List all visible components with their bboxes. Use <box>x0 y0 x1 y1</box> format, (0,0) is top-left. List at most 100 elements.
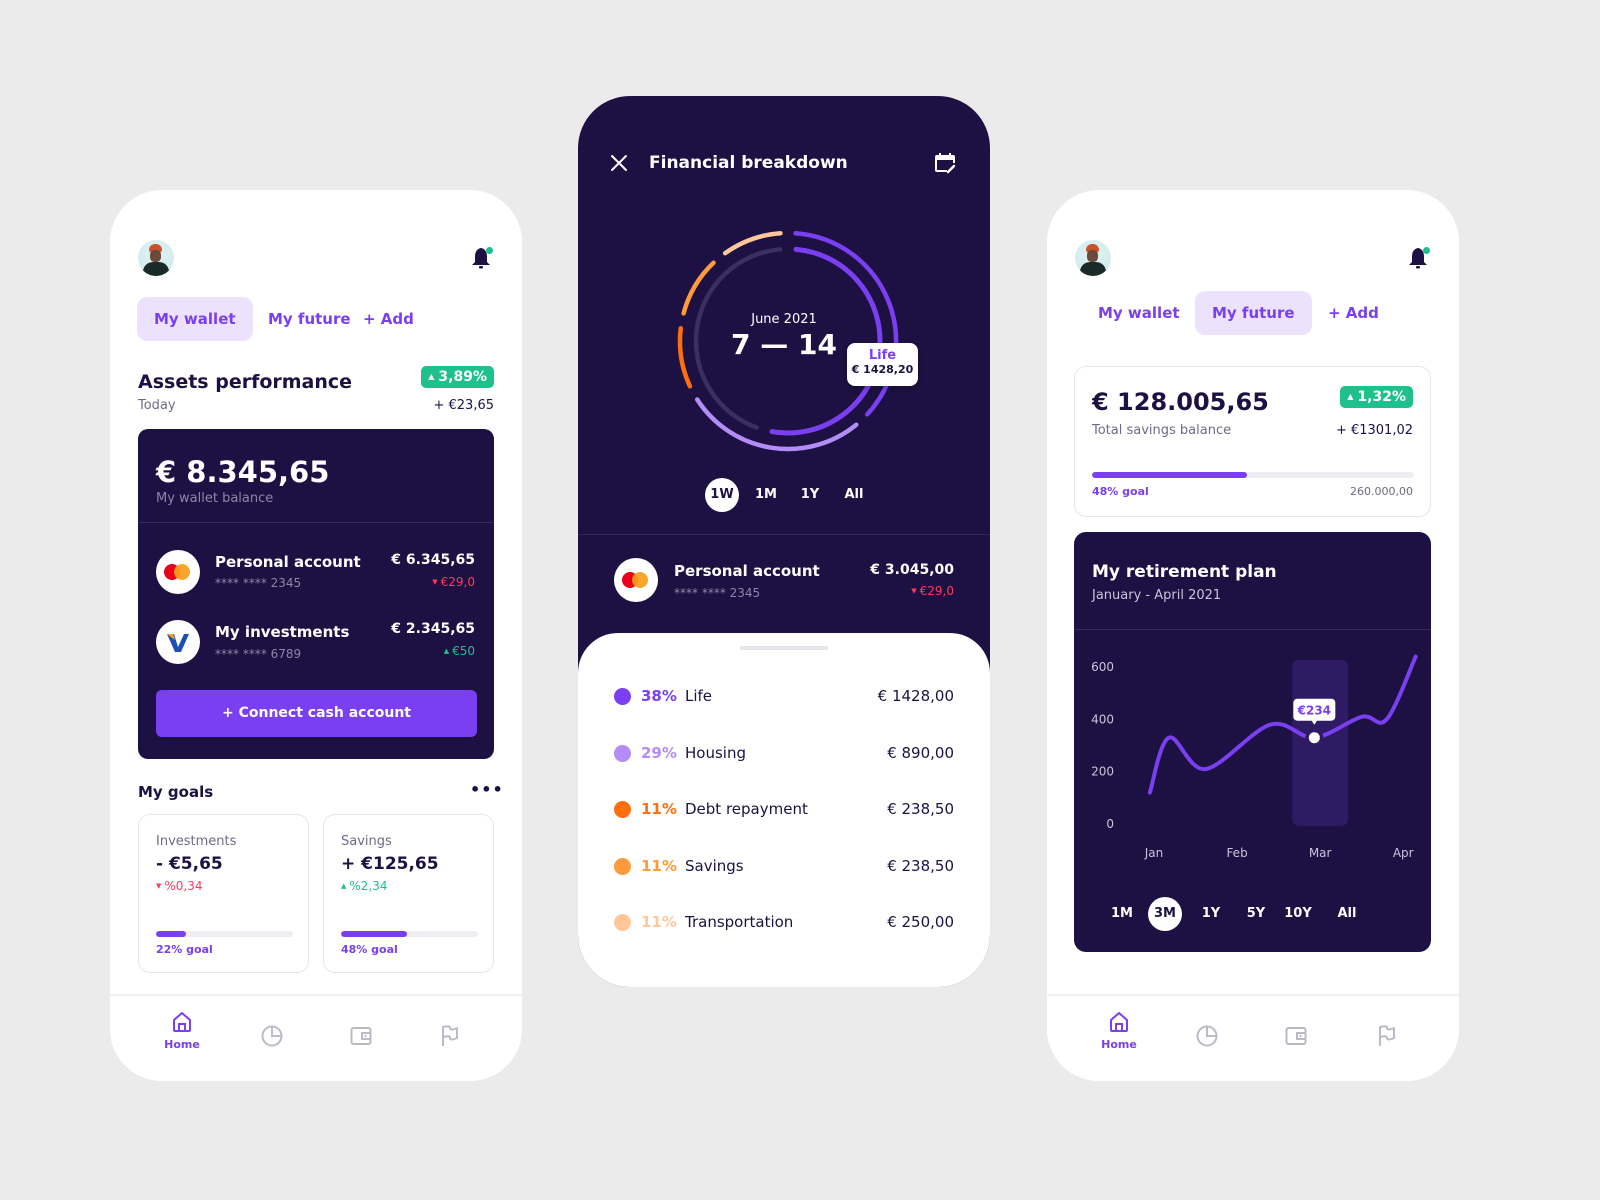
retirement-subtitle: January - April 2021 <box>1092 588 1222 603</box>
wallet-balance: € 8.345,65 <box>156 455 330 489</box>
range-all[interactable]: All <box>837 478 871 512</box>
category-amount: € 890,00 <box>887 743 954 762</box>
account-delta: ▼ €29,0 <box>911 584 954 598</box>
x-tick-label: Apr <box>1393 846 1414 860</box>
flag-icon <box>1379 1025 1395 1046</box>
nav-goals[interactable] <box>425 1024 475 1048</box>
range-10y[interactable]: 10Y <box>1281 897 1315 931</box>
wallet-balance-card: € 8.345,65 My wallet balance Personal ac… <box>138 429 494 759</box>
nav-home[interactable]: Home <box>1094 1010 1144 1051</box>
y-tick-label: 0 <box>1106 817 1114 831</box>
savings-progress-label: 48% goal <box>1092 485 1149 498</box>
assets-subtitle: Today <box>138 398 176 413</box>
goal-card-savings[interactable]: Savings + €125,65 ▲ %2,34 48% goal <box>323 814 494 973</box>
range-1m[interactable]: 1M <box>749 478 783 512</box>
category-name: Housing <box>685 743 746 762</box>
savings-balance: € 128.005,65 <box>1092 388 1269 416</box>
account-delta: ▼ €29,0 <box>432 575 475 589</box>
category-row[interactable]: 11% Debt repayment € 238,50 <box>614 798 954 822</box>
range-1y[interactable]: 1Y <box>793 478 827 512</box>
nav-home-label: Home <box>164 1038 200 1051</box>
category-color-dot <box>614 688 631 705</box>
wallet-icon <box>350 1027 372 1045</box>
category-amount: € 250,00 <box>887 913 954 931</box>
donut-segment-savings[interactable] <box>681 260 716 316</box>
up-arrow-icon: ▲ <box>341 882 347 890</box>
card-divider <box>138 522 494 523</box>
goal-progress-bar <box>341 931 478 937</box>
savings-change-badge: ▲ 1,32% <box>1340 386 1413 408</box>
future-screen: My wallet My future + Add € 128.005,65 T… <box>1047 190 1459 1081</box>
tab-add[interactable]: + Add <box>1311 291 1396 335</box>
category-name: Debt repayment <box>685 800 808 818</box>
nav-stats[interactable] <box>247 1024 297 1048</box>
category-amount: € 1428,00 <box>877 687 954 705</box>
y-tick-label: 600 <box>1091 660 1114 674</box>
account-number: **** **** 2345 <box>215 576 302 590</box>
category-row[interactable]: 38% Life € 1428,00 <box>614 685 954 709</box>
category-percent: 29% <box>641 743 677 762</box>
user-avatar[interactable] <box>138 240 174 276</box>
range-1m[interactable]: 1M <box>1105 897 1139 931</box>
range-all[interactable]: All <box>1330 897 1364 931</box>
y-tick-label: 400 <box>1091 712 1114 726</box>
account-delta: ▲ €50 <box>443 644 475 658</box>
more-options-icon[interactable]: ••• <box>470 780 504 799</box>
calendar-edit-icon[interactable] <box>933 151 957 175</box>
y-tick-label: 200 <box>1091 765 1114 779</box>
category-row[interactable]: 11% Transportation € 250,00 <box>614 911 954 935</box>
savings-progress-bar <box>1092 472 1414 478</box>
pie-chart-icon <box>261 1025 283 1047</box>
nav-stats[interactable] <box>1182 1024 1232 1048</box>
savings-change-pct: 1,32% <box>1357 389 1406 405</box>
sheet-drag-handle[interactable] <box>740 646 828 650</box>
assets-title: Assets performance <box>138 371 353 393</box>
nav-wallet[interactable] <box>336 1024 386 1048</box>
range-1w[interactable]: 1W <box>705 478 739 512</box>
notification-dot <box>1423 247 1430 254</box>
goal-label: Savings <box>341 834 392 849</box>
tooltip-label: Life <box>868 348 897 363</box>
category-amount: € 238,50 <box>887 856 954 875</box>
goal-progress-bar <box>156 931 293 937</box>
nav-goals[interactable] <box>1362 1024 1412 1048</box>
tab-my-future[interactable]: My future <box>1195 291 1312 335</box>
x-tick-label: Mar <box>1309 846 1332 860</box>
bottom-nav: Home <box>1047 994 1459 1081</box>
connect-cash-account-button[interactable]: + Connect cash account <box>156 690 477 737</box>
category-color-dot <box>614 801 631 818</box>
nav-home[interactable]: Home <box>157 1010 207 1051</box>
tab-my-wallet[interactable]: My wallet <box>137 297 253 341</box>
period-range: 7 — 14 <box>731 328 837 361</box>
range-3m[interactable]: 3M <box>1148 897 1182 931</box>
home-icon <box>173 1012 191 1032</box>
range-5y[interactable]: 5Y <box>1239 897 1273 931</box>
goal-label: Investments <box>156 834 237 849</box>
goal-value: - €5,65 <box>156 854 223 874</box>
assets-change-badge: ▲ 3,89% <box>421 366 494 388</box>
tab-my-wallet[interactable]: My wallet <box>1081 291 1197 335</box>
user-avatar[interactable] <box>1075 240 1111 276</box>
wallet-balance-label: My wallet balance <box>156 491 274 506</box>
account-name: Personal account <box>215 553 361 571</box>
account-name: My investments <box>215 623 350 641</box>
nav-wallet[interactable] <box>1271 1024 1321 1048</box>
tab-add[interactable]: + Add <box>346 297 431 341</box>
range-1y[interactable]: 1Y <box>1194 897 1228 931</box>
wallet-screen: My wallet My future + Add Assets perform… <box>110 190 522 1081</box>
savings-change-amount: + €1301,02 <box>1335 423 1413 438</box>
goal-card-investments[interactable]: Investments - €5,65 ▼ %0,34 22% goal <box>138 814 309 973</box>
category-row[interactable]: 29% Housing € 890,00 <box>614 742 954 766</box>
close-icon[interactable] <box>610 154 628 172</box>
down-arrow-icon: ▼ <box>432 578 438 586</box>
account-amount: € 6.345,65 <box>391 552 475 568</box>
retirement-line-chart[interactable]: 0 200 400 600 Jan Feb Mar Apr €234 <box>1074 642 1431 872</box>
category-amount: € 238,50 <box>887 800 954 818</box>
goal-progress-label: 48% goal <box>341 943 398 956</box>
highlight-point[interactable] <box>1308 732 1320 744</box>
category-percent: 11% <box>641 800 677 818</box>
goal-delta: ▼ %0,34 <box>156 879 203 893</box>
category-row[interactable]: 11% Savings € 238,50 <box>614 855 954 879</box>
goal-progress-label: 22% goal <box>156 943 213 956</box>
card-divider <box>1074 629 1431 630</box>
